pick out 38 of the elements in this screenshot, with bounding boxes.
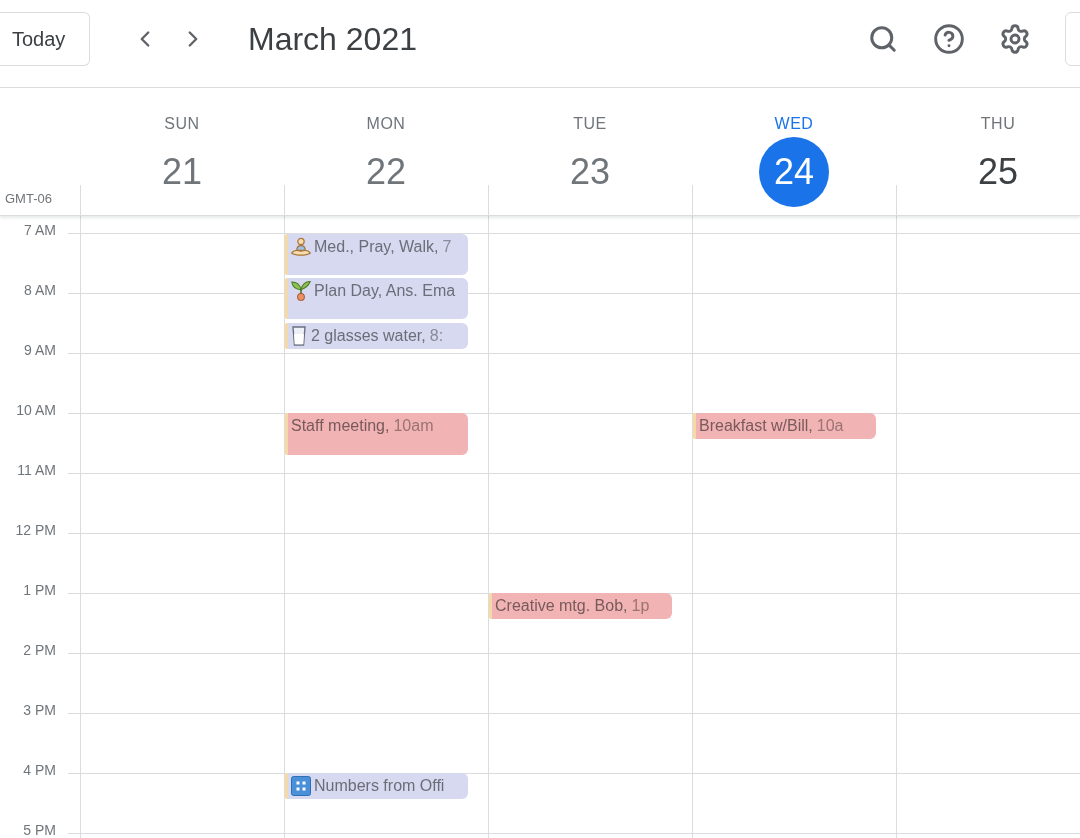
month-title: March 2021 — [248, 19, 417, 59]
day-number[interactable]: 24 — [759, 137, 829, 207]
time-label: 4 PM — [22, 761, 56, 779]
calendar-event[interactable]: Creative mtg. Bob, 1p — [489, 593, 672, 619]
settings-icon — [999, 22, 1031, 55]
glass-icon — [291, 326, 307, 346]
day-name: THU — [980, 116, 1016, 132]
time-label: 10 AM — [15, 401, 56, 419]
day-name: TUE — [573, 116, 607, 132]
time-label: 7 AM — [23, 221, 56, 239]
calendar-event[interactable]: Plan Day, Ans. Ema — [285, 278, 468, 319]
day-name: MON — [366, 116, 406, 132]
day-name: WED — [774, 116, 814, 132]
today-button[interactable]: Today — [0, 11, 90, 66]
day-number[interactable]: 21 — [147, 137, 217, 207]
calendar-event[interactable]: 2 glasses water, 8: — [285, 323, 468, 349]
time-label: 3 PM — [22, 701, 56, 719]
calendar-event[interactable]: Staff meeting, 10am — [285, 413, 468, 455]
time-label: 8 AM — [23, 281, 56, 299]
calendar-event[interactable]: Numbers from Offi — [285, 773, 468, 799]
help-icon — [933, 22, 965, 55]
time-label: 1 PM — [22, 581, 56, 599]
day-number[interactable]: 22 — [351, 137, 421, 207]
person-icon — [291, 237, 311, 257]
calendar-event[interactable]: Breakfast w/Bill, 10a — [693, 413, 876, 439]
time-label: 9 AM — [23, 341, 56, 359]
time-label: 11 AM — [16, 461, 56, 479]
day-number[interactable]: 23 — [555, 137, 625, 207]
keypad-icon — [291, 776, 311, 796]
search-icon — [868, 23, 898, 54]
time-label: 2 PM — [22, 641, 56, 659]
time-label: 12 PM — [14, 521, 56, 539]
day-name: SUN — [164, 116, 200, 132]
timezone-label: GMT-06 — [4, 192, 53, 208]
seedling-icon — [291, 281, 311, 301]
calendar-event[interactable]: Med., Pray, Walk, 7 — [285, 234, 468, 275]
day-number[interactable]: 25 — [963, 137, 1033, 207]
time-label: 5 PM — [22, 821, 56, 838]
